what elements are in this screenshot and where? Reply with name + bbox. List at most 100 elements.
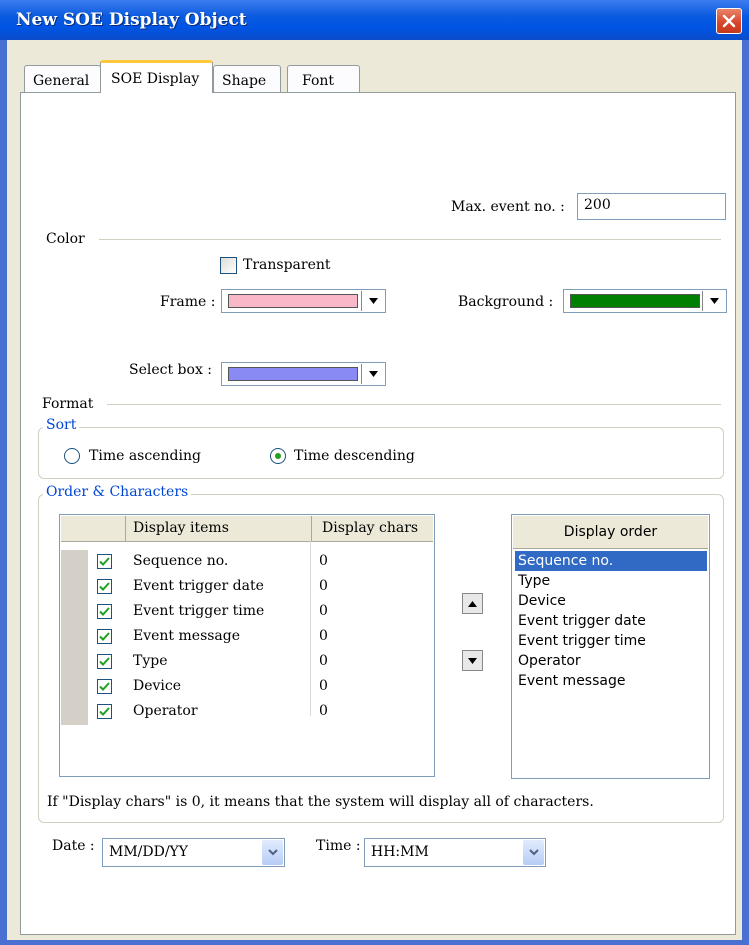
check-icon <box>99 632 110 641</box>
row-display-chars[interactable]: 0 <box>319 603 328 619</box>
time-ascending-radio[interactable] <box>64 448 80 464</box>
date-format-select[interactable]: MM/DD/YY <box>102 838 285 867</box>
row-checkbox[interactable] <box>97 679 112 694</box>
row-gutter <box>61 600 88 625</box>
row-display-chars[interactable]: 0 <box>319 678 328 694</box>
display-order-item[interactable]: Event message <box>515 671 707 691</box>
table-row[interactable]: Device 0 <box>61 675 433 700</box>
row-item-name: Event message <box>133 628 241 644</box>
time-format-select[interactable]: HH:MM <box>364 838 546 867</box>
row-checkbox[interactable] <box>97 604 112 619</box>
dropdown-arrow-icon <box>709 298 719 304</box>
column-header-display-items[interactable]: Display items <box>133 520 229 536</box>
row-item-name: Event trigger date <box>133 578 264 594</box>
table-row[interactable]: Sequence no. 0 <box>61 550 433 575</box>
table-row[interactable]: Event trigger date 0 <box>61 575 433 600</box>
move-down-icon <box>468 657 477 664</box>
color-separator <box>99 239 721 240</box>
table-row[interactable]: Event trigger time 0 <box>61 600 433 625</box>
row-checkbox[interactable] <box>97 554 112 569</box>
time-descending-radio[interactable] <box>270 448 286 464</box>
time-ascending-label: Time ascending <box>89 448 201 464</box>
time-dropdown-button[interactable] <box>523 840 544 865</box>
format-section-heading: Format <box>42 396 94 412</box>
row-item-name: Operator <box>133 703 198 719</box>
row-checkbox[interactable] <box>97 579 112 594</box>
header-divider <box>125 516 126 541</box>
close-button[interactable] <box>716 8 742 34</box>
frame-color-swatch <box>228 294 358 308</box>
select-box-color-picker[interactable] <box>221 362 386 386</box>
display-order-item[interactable]: Event trigger date <box>515 611 707 631</box>
date-label: Date : <box>52 838 95 854</box>
max-event-label: Max. event no. : <box>451 199 565 215</box>
display-order-item[interactable]: Event trigger time <box>515 631 707 651</box>
frame-dropdown-button[interactable] <box>361 291 384 311</box>
tab-label: General <box>33 73 90 89</box>
window-title: New SOE Display Object <box>16 10 247 30</box>
date-dropdown-button[interactable] <box>262 840 283 865</box>
table-row[interactable]: Operator 0 <box>61 700 433 725</box>
row-gutter <box>61 700 88 725</box>
check-icon <box>99 657 110 666</box>
column-header-display-chars[interactable]: Display chars <box>322 520 418 536</box>
display-chars-note: If "Display chars" is 0, it means that t… <box>47 794 594 810</box>
check-icon <box>99 707 110 716</box>
tab-soe-display[interactable]: SOE Display <box>100 60 213 93</box>
format-separator <box>107 404 721 405</box>
transparent-checkbox[interactable] <box>220 257 237 274</box>
display-order-item[interactable]: Sequence no. <box>515 551 707 571</box>
tab-label: Shape <box>222 73 267 89</box>
row-item-name: Event trigger time <box>133 603 265 619</box>
background-color-swatch <box>570 294 700 308</box>
check-icon <box>99 557 110 566</box>
table-row[interactable]: Event message 0 <box>61 625 433 650</box>
row-gutter <box>61 625 88 650</box>
frame-color-picker[interactable] <box>221 289 386 313</box>
tab-general[interactable]: General <box>24 65 101 92</box>
display-order-item[interactable]: Device <box>515 591 707 611</box>
sort-group-title: Sort <box>43 417 80 433</box>
frame-label: Frame : <box>160 294 216 310</box>
order-characters-group-title: Order & Characters <box>43 484 192 500</box>
row-display-chars[interactable]: 0 <box>319 703 328 719</box>
row-item-name: Type <box>133 653 168 669</box>
move-up-button[interactable] <box>462 593 483 614</box>
row-checkbox[interactable] <box>97 629 112 644</box>
tab-font[interactable]: Font <box>287 65 360 92</box>
row-checkbox[interactable] <box>97 704 112 719</box>
select-box-color-swatch <box>228 367 358 381</box>
background-dropdown-button[interactable] <box>702 291 725 311</box>
row-gutter <box>61 650 88 675</box>
row-display-chars[interactable]: 0 <box>319 628 328 644</box>
row-display-chars[interactable]: 0 <box>319 553 328 569</box>
row-gutter <box>61 550 88 575</box>
table-header: Display items Display chars <box>61 516 433 542</box>
display-order-item[interactable]: Type <box>515 571 707 591</box>
display-items-table[interactable]: Display items Display chars Sequence no.… <box>59 514 435 777</box>
transparent-label: Transparent <box>243 257 331 273</box>
select-box-dropdown-button[interactable] <box>361 364 384 384</box>
color-section-heading: Color <box>46 231 85 247</box>
row-display-chars[interactable]: 0 <box>319 653 328 669</box>
display-order-item[interactable]: Operator <box>515 651 707 671</box>
row-checkbox[interactable] <box>97 654 112 669</box>
row-gutter <box>61 575 88 600</box>
check-icon <box>99 682 110 691</box>
select-box-label: Select box : <box>129 362 213 378</box>
tab-label: Font <box>302 73 335 89</box>
tab-label: SOE Display <box>111 71 200 87</box>
background-label: Background : <box>458 294 554 310</box>
time-label: Time : <box>316 838 361 854</box>
max-event-input[interactable]: 200 <box>577 193 726 220</box>
tab-shape[interactable]: Shape <box>213 65 281 92</box>
display-order-list[interactable]: Display order Sequence no. Type Device E… <box>511 514 710 779</box>
background-color-picker[interactable] <box>563 289 727 313</box>
header-divider <box>311 516 312 541</box>
row-display-chars[interactable]: 0 <box>319 578 328 594</box>
close-icon <box>722 14 736 28</box>
table-row[interactable]: Type 0 <box>61 650 433 675</box>
move-down-button[interactable] <box>462 650 483 671</box>
check-icon <box>99 607 110 616</box>
chevron-down-icon <box>267 849 278 856</box>
